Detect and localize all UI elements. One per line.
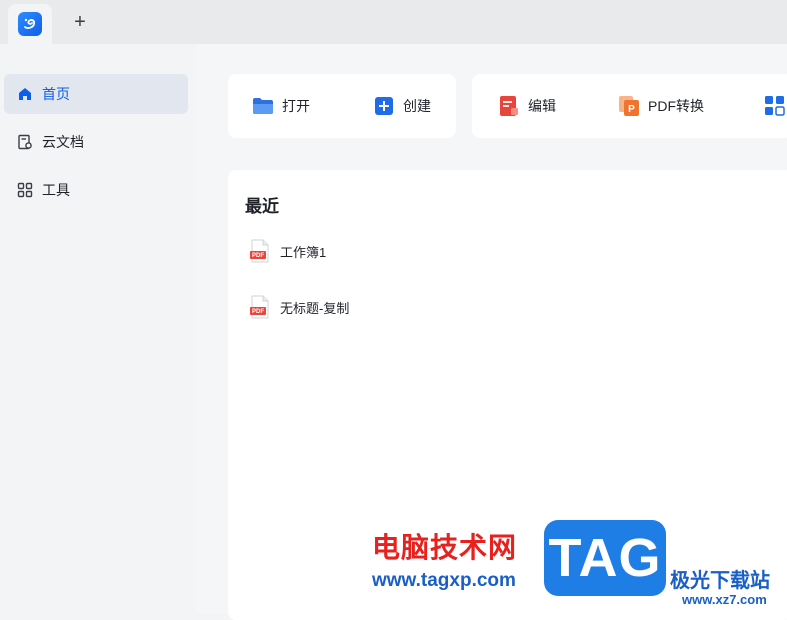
open-button[interactable]: 打开 [252,74,310,138]
sidebar-item-label: 云文档 [42,134,84,150]
sidebar-item-tools[interactable]: 工具 [4,170,188,210]
more-tools-button[interactable] [764,74,787,138]
open-label: 打开 [282,98,310,114]
recent-title: 最近 [245,197,279,216]
sidebar-item-cloud-docs[interactable]: 云文档 [4,122,188,162]
new-tab-button[interactable]: + [68,10,92,34]
plus-square-icon [373,95,395,117]
list-item[interactable]: PDF 工作簿1 [250,237,326,265]
file-name: 工作簿1 [280,244,327,260]
pdf-file-icon: PDF [250,295,269,319]
watermark-cn-text: 电脑技术网 [372,532,518,563]
edit-label: 编辑 [528,98,556,114]
list-item[interactable]: PDF 无标题-复制 [250,293,349,321]
create-button[interactable]: 创建 [373,74,431,138]
grid-tools-icon [764,95,786,117]
sidebar: 首页 云文档 工具 [0,44,196,614]
edit-doc-icon [498,95,520,117]
folder-open-icon [252,95,274,117]
home-icon [16,85,34,103]
edit-button[interactable]: 编辑 [498,74,556,138]
pdf-file-icon: PDF [250,239,269,263]
tab-bar: + [0,0,787,44]
watermark-url: www.tagxp.com [372,570,516,591]
quick-actions-card: 打开 创建 [228,74,456,138]
tools-card: 编辑 P PDF转换 [472,74,787,138]
cloud-doc-icon [16,133,34,151]
sidebar-item-label: 工具 [42,182,70,198]
app-logo-icon [18,12,42,36]
svg-text:P: P [628,104,635,115]
tools-grid-icon [16,181,34,199]
watermark-tag-logo: TAG [544,520,666,596]
watermark-site-name: 极光下载站 [670,570,770,592]
watermark-site-url: www.xz7.com [682,592,767,607]
create-label: 创建 [403,98,431,114]
svg-text:PDF: PDF [252,253,264,259]
svg-text:PDF: PDF [252,309,264,315]
plus-icon: + [74,11,86,33]
app-tab[interactable] [8,4,52,44]
sidebar-item-label: 首页 [42,86,70,102]
sidebar-item-home[interactable]: 首页 [4,74,188,114]
pdf-convert-label: PDF转换 [648,98,704,114]
pdf-convert-button[interactable]: P PDF转换 [618,74,704,138]
pdf-convert-icon: P [618,95,640,117]
file-name: 无标题-复制 [280,300,350,316]
watermark: 电脑技术网 www.tagxp.com TAG 极光下载站 www.xz7.co… [372,520,787,614]
